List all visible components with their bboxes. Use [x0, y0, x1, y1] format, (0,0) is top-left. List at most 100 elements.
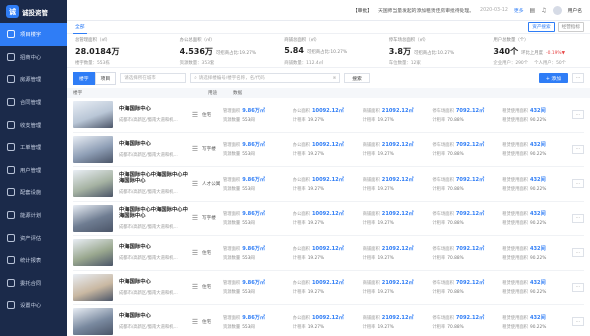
metric-s1: 资源数量 553间 — [223, 255, 255, 261]
more-options-button[interactable]: ··· — [572, 73, 584, 83]
asset-search-button[interactable]: 资产搜索 — [528, 22, 555, 32]
metric-m2: 办公面积 10092.12㎡ — [292, 107, 344, 114]
target-icon — [7, 52, 15, 61]
sidebar-item-1[interactable]: 招商中心 — [0, 46, 67, 69]
metric-s2: 计租率 19.27% — [292, 324, 325, 330]
row-more-button[interactable]: ⋯ — [572, 110, 584, 120]
table-row[interactable]: 中海国际中心中海国际中心中海国际中心 成都市/高新区/蜀南大道和机… ☰ 人才公… — [73, 167, 584, 202]
metric-m2: 办公面积 10092.12㎡ — [292, 245, 344, 252]
metric-s3: 计租率 19.27% — [362, 152, 394, 158]
search-icon: ⌕ — [194, 76, 197, 81]
metric-s1: 资源数量 553间 — [223, 186, 255, 192]
table-row[interactable]: 中海国际中心中海国际中心中海国际中心 成都市/高新区/蜀南大道和机… ☰ 写字楼… — [73, 202, 584, 236]
search-button[interactable]: 搜索 — [344, 73, 370, 83]
folder-icon[interactable]: ▤ — [530, 7, 536, 14]
metric-s3: 计租率 19.27% — [362, 255, 394, 261]
metric-s4: 计租率 70.88% — [432, 186, 464, 192]
stats-panel: 总管理面积（㎡） 28.0184万 楼宇数量：553栋 办公总面积（㎡） 4.53… — [67, 34, 590, 68]
row-more-button[interactable]: ⋯ — [572, 144, 584, 154]
sidebar-item-2[interactable]: 房源管理 — [0, 68, 67, 91]
metric-s4: 计租率 70.88% — [432, 152, 464, 158]
sidebar-item-5[interactable]: 工单管理 — [0, 136, 67, 159]
stat-value: 5.84 — [284, 46, 304, 55]
table-row[interactable]: 中海国际中心 成都市/高新区/蜀南大道和机… ☰ 住宅 管理面积 9.86万㎡ 办公… — [73, 236, 584, 271]
row-more-button[interactable]: ⋯ — [572, 317, 584, 327]
stat-extra: 环比上月度 — [521, 51, 544, 56]
clear-icon[interactable]: ⊗ — [332, 76, 336, 81]
business-metrics-button[interactable]: 经营指标 — [557, 22, 584, 32]
wallet-icon — [7, 120, 15, 129]
user-name[interactable]: 用户名 — [568, 7, 582, 14]
metric-s5: 租赁使用面积 90.22% — [502, 117, 547, 123]
metric-m2: 办公面积 10092.12㎡ — [292, 314, 344, 321]
metric-s3: 计租率 19.27% — [362, 324, 394, 330]
toggle-building[interactable]: 楼宇 — [73, 71, 95, 85]
row-more-button[interactable]: ⋯ — [572, 179, 584, 189]
list-icon[interactable]: ☰ — [188, 111, 202, 119]
metric-m5: 租赁使用面积 432间 — [502, 107, 546, 114]
sidebar-item-10[interactable]: 统计报表 — [0, 249, 67, 272]
table-row[interactable]: 中海国际中心 成都市/高新区/蜀南大道和机… ☰ 写字楼 管理面积 9.86万㎡ 办… — [73, 133, 584, 167]
stat-sub: 资源数量：353套 — [179, 61, 215, 66]
bell-icon[interactable]: ♫ — [541, 7, 546, 14]
sidebar-item-7[interactable]: 配套设施 — [0, 181, 67, 204]
app-name: 诚投资管 — [22, 8, 48, 17]
asset-icon — [7, 233, 15, 242]
toggle-project[interactable]: 项目 — [94, 71, 117, 85]
list-icon[interactable]: ☰ — [188, 145, 202, 153]
tab-all[interactable]: 全部 — [73, 20, 87, 34]
metric-m4: 停车场面积 7092.12㎡ — [432, 107, 485, 114]
metric-s5: 租赁使用面积 90.22% — [502, 324, 547, 330]
metric-s3: 计租率 19.27% — [362, 186, 394, 192]
list-icon[interactable]: ☰ — [188, 214, 202, 222]
energy-icon — [7, 211, 15, 220]
list-icon[interactable]: ☰ — [188, 283, 202, 291]
search-input[interactable]: ⌕ 请选择楼编号/楼宇名称，名/代码 ⊗ — [190, 73, 341, 83]
sidebar-item-12[interactable]: 设置中心 — [0, 294, 67, 317]
metric-m4: 停车场面积 7092.12㎡ — [432, 176, 485, 183]
sidebar-item-4[interactable]: 收支管理 — [0, 113, 67, 136]
row-more-button[interactable]: ⋯ — [572, 213, 584, 223]
metric-m2: 办公面积 10092.12㎡ — [292, 176, 344, 183]
header-building: 楼宇 — [73, 91, 83, 96]
list-icon[interactable]: ☰ — [188, 318, 202, 326]
stat-sub: 企业用户：290个 — [493, 61, 529, 66]
sidebar-item-label: 招商中心 — [20, 54, 42, 61]
table-row[interactable]: 中海国际中心 成都市/高新区/蜀南大道和机… ☰ 住宅 管理面积 9.86万㎡ 办公… — [73, 305, 584, 336]
header-data: 数据 — [233, 91, 243, 96]
house-icon — [7, 75, 15, 84]
city-select[interactable]: 请选择所在城市 — [120, 73, 187, 83]
sidebar-item-8[interactable]: 能源计划 — [0, 204, 67, 227]
row-more-button[interactable]: ⋯ — [572, 282, 584, 292]
metric-s1: 资源数量 553间 — [223, 290, 255, 296]
metric-m5: 租赁使用面积 432间 — [502, 176, 546, 183]
building-name[interactable]: 中海国际中心 — [119, 313, 188, 319]
sidebar-item-9[interactable]: 资产评估 — [0, 226, 67, 249]
building-name[interactable]: 中海国际中心 — [119, 106, 188, 112]
sidebar-item-0[interactable]: 项目楼宇 — [0, 23, 67, 46]
table-row[interactable]: 中海国际中心 成都市/高新区/蜀南大道和机… ☰ 住宅 管理面积 9.86万㎡ 办公… — [73, 271, 584, 305]
building-name[interactable]: 中海国际中心中海国际中心中海国际中心 — [119, 207, 188, 219]
sidebar-item-6[interactable]: 用户管理 — [0, 159, 67, 182]
metric-s4: 计租率 70.88% — [432, 324, 464, 330]
row-more-button[interactable]: ⋯ — [572, 248, 584, 258]
more-link[interactable]: 更多 — [514, 7, 524, 14]
sidebar-item-label: 资产评估 — [20, 235, 42, 242]
add-button[interactable]: + 添加 — [538, 73, 568, 83]
building-photo — [73, 308, 113, 336]
sidebar-item-label: 能源计划 — [20, 213, 42, 220]
sidebar-item-3[interactable]: 合同管理 — [0, 91, 67, 114]
building-name[interactable]: 中海国际中心 — [119, 141, 188, 147]
metric-s5: 租赁使用面积 90.22% — [502, 186, 547, 192]
list-icon[interactable]: ☰ — [188, 249, 202, 257]
metric-m4: 停车场面积 7092.12㎡ — [432, 245, 485, 252]
table-row[interactable]: 中海国际中心 成都市/高新区/蜀南大道和机… ☰ 住宅 管理面积 9.86万㎡ 办公… — [73, 98, 584, 133]
building-name[interactable]: 中海国际中心 — [119, 279, 188, 285]
list-icon[interactable]: ☰ — [188, 180, 202, 188]
building-name[interactable]: 中海国际中心 — [119, 244, 188, 250]
metric-m3: 商铺面积 21092.12㎡ — [362, 142, 414, 149]
avatar[interactable] — [552, 5, 562, 15]
building-name[interactable]: 中海国际中心中海国际中心中海国际中心 — [119, 172, 188, 184]
notice-text[interactable]: 天国师当量发起的添加租赁佳房审批待处理。 — [378, 7, 474, 14]
sidebar-item-11[interactable]: 委托合同 — [0, 272, 67, 295]
